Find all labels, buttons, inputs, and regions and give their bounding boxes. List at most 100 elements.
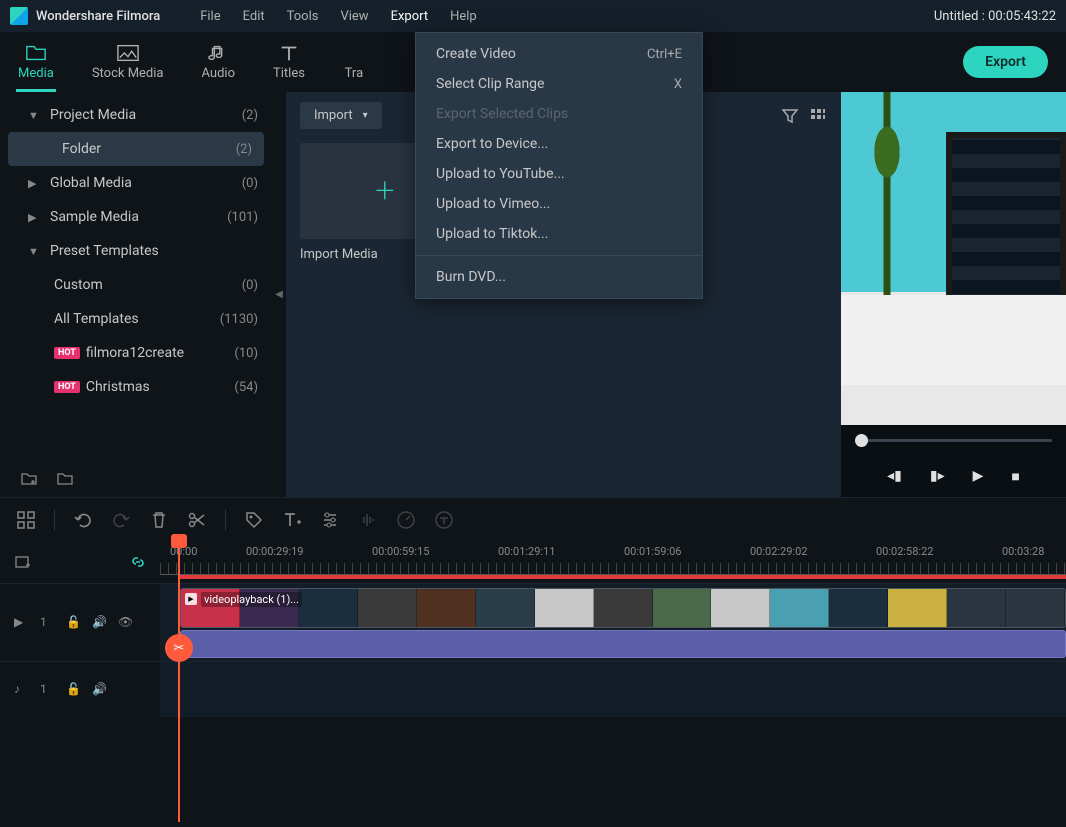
playhead-handle[interactable] xyxy=(171,534,187,548)
burn-dvd[interactable]: Burn DVD... xyxy=(416,262,702,292)
sidebar-item-project-media[interactable]: ▼ Project Media (2) xyxy=(0,98,272,132)
upload-to-youtube[interactable]: Upload to YouTube... xyxy=(416,159,702,189)
video-clip[interactable]: ▶ videoplayback (1)... xyxy=(180,588,1066,628)
sidebar-item-global-media[interactable]: ▶ Global Media (0) xyxy=(0,166,272,200)
export-create-video[interactable]: Create Video Ctrl+E xyxy=(416,39,702,69)
sidebar-item-all-templates[interactable]: All Templates (1130) xyxy=(0,302,272,336)
next-frame-button[interactable]: ▮▸ xyxy=(930,468,945,484)
link-icon[interactable] xyxy=(130,554,146,570)
more-tools-icon[interactable] xyxy=(434,510,454,530)
filter-icon[interactable] xyxy=(781,107,799,125)
timeline-ruler[interactable]: 00:00 00:00:29:19 00:00:59:15 00:01:29:1… xyxy=(160,541,1066,583)
menu-view[interactable]: View xyxy=(340,9,368,24)
menu-edit[interactable]: Edit xyxy=(243,9,265,24)
chevron-right-icon: ▶ xyxy=(28,177,42,190)
tab-audio[interactable]: Audio xyxy=(202,44,235,81)
scrubber-thumb[interactable] xyxy=(855,434,868,447)
delete-icon[interactable] xyxy=(149,510,169,530)
timeline-toolbar xyxy=(0,497,1066,541)
scissor-icon[interactable] xyxy=(187,510,207,530)
video-track: ▶ 1 🔓 🔊 👁 ▶ videoplayback (1)... xyxy=(0,583,1066,661)
redo-icon[interactable] xyxy=(111,510,131,530)
tab-media-label: Media xyxy=(18,66,54,81)
transition-icon xyxy=(343,44,365,62)
add-track-icon[interactable] xyxy=(14,554,30,570)
sidebar-item-preset-templates[interactable]: ▼ Preset Templates xyxy=(0,234,272,268)
tab-audio-label: Audio xyxy=(202,66,235,81)
export-to-device[interactable]: Export to Device... xyxy=(416,129,702,159)
upload-to-tiktok[interactable]: Upload to Tiktok... xyxy=(416,219,702,249)
tab-titles-label: Titles xyxy=(273,66,305,81)
preview-video[interactable] xyxy=(841,92,1066,425)
project-sidebar: ▼ Project Media (2) Folder (2) ▶ Global … xyxy=(0,92,272,497)
menu-tools[interactable]: Tools xyxy=(287,9,319,24)
tag-icon[interactable] xyxy=(244,510,264,530)
image-icon xyxy=(117,44,139,62)
tab-transitions-label: Tra xyxy=(345,66,364,81)
video-track-icon: ▶ xyxy=(14,615,30,631)
tab-media[interactable]: Media xyxy=(18,44,54,81)
split-at-playhead-button[interactable]: ✂ xyxy=(165,634,193,662)
text-icon xyxy=(278,44,300,62)
folder-icon xyxy=(25,44,47,62)
chevron-right-icon: ▶ xyxy=(28,211,42,224)
sidebar-collapse-handle[interactable]: ◀ xyxy=(272,92,286,497)
grid-view-icon[interactable] xyxy=(809,107,827,125)
sidebar-item-filmora12create[interactable]: HOT filmora12create (10) xyxy=(0,336,272,370)
audio-track: ♪ 1 🔓 🔊 xyxy=(0,661,1066,717)
preview-panel: ◂▮ ▮▸ ▶ ■ xyxy=(841,92,1066,497)
tab-stock-label: Stock Media xyxy=(92,66,164,81)
hot-badge: HOT xyxy=(54,381,80,393)
export-selected-clips: Export Selected Clips xyxy=(416,99,702,129)
chevron-down-icon: ▼ xyxy=(28,245,42,258)
audio-clip-attached[interactable] xyxy=(180,630,1066,658)
menu-file[interactable]: File xyxy=(200,9,220,24)
preview-scrubber[interactable] xyxy=(841,425,1066,455)
play-icon: ▶ xyxy=(185,593,197,605)
sidebar-item-sample-media[interactable]: ▶ Sample Media (101) xyxy=(0,200,272,234)
timeline: 00:00 00:00:29:19 00:00:59:15 00:01:29:1… xyxy=(0,541,1066,825)
folder-icon[interactable] xyxy=(56,470,74,488)
apps-icon[interactable] xyxy=(16,510,36,530)
stop-button[interactable]: ■ xyxy=(1011,468,1019,485)
visibility-icon[interactable]: 👁 xyxy=(118,615,134,631)
tab-stock-media[interactable]: Stock Media xyxy=(92,44,164,81)
mute-icon[interactable]: 🔊 xyxy=(92,615,108,631)
speed-icon[interactable] xyxy=(396,510,416,530)
export-button[interactable]: Export xyxy=(963,46,1048,78)
audio-wave-icon[interactable] xyxy=(358,510,378,530)
sidebar-item-custom[interactable]: Custom (0) xyxy=(0,268,272,302)
play-button[interactable]: ▶ xyxy=(973,468,984,484)
add-text-icon[interactable] xyxy=(282,510,302,530)
tab-transitions[interactable]: Tra xyxy=(343,44,365,81)
sliders-icon[interactable] xyxy=(320,510,340,530)
sidebar-item-christmas[interactable]: HOT Christmas (54) xyxy=(0,370,272,404)
video-track-number: 1 xyxy=(40,615,56,631)
music-note-icon xyxy=(207,44,229,62)
project-title: Untitled : 00:05:43:22 xyxy=(934,9,1056,24)
timeline-selection-range[interactable] xyxy=(178,575,1066,579)
chevron-down-icon: ▾ xyxy=(363,110,368,121)
undo-icon[interactable] xyxy=(73,510,93,530)
new-folder-icon[interactable] xyxy=(20,470,38,488)
menu-help[interactable]: Help xyxy=(450,9,477,24)
playhead[interactable]: ✂ xyxy=(178,542,180,822)
chevron-down-icon: ▼ xyxy=(28,109,42,122)
sidebar-item-folder[interactable]: Folder (2) xyxy=(8,132,264,166)
menu-bar: File Edit Tools View Export Help xyxy=(200,9,477,24)
title-bar: Wondershare Filmora File Edit Tools View… xyxy=(0,0,1066,32)
plus-icon: + xyxy=(375,171,394,211)
lock-icon[interactable]: 🔓 xyxy=(66,615,82,631)
tab-titles[interactable]: Titles xyxy=(273,44,305,81)
lock-icon[interactable]: 🔓 xyxy=(66,682,82,698)
export-select-clip-range[interactable]: Select Clip Range X xyxy=(416,69,702,99)
app-logo-icon xyxy=(10,7,28,25)
audio-track-number: 1 xyxy=(40,682,56,698)
mute-icon[interactable]: 🔊 xyxy=(92,682,108,698)
menu-export[interactable]: Export xyxy=(391,9,429,24)
prev-frame-button[interactable]: ◂▮ xyxy=(887,468,902,484)
audio-track-icon: ♪ xyxy=(14,682,30,698)
upload-to-vimeo[interactable]: Upload to Vimeo... xyxy=(416,189,702,219)
hot-badge: HOT xyxy=(54,347,80,359)
import-dropdown-button[interactable]: Import ▾ xyxy=(300,102,382,129)
